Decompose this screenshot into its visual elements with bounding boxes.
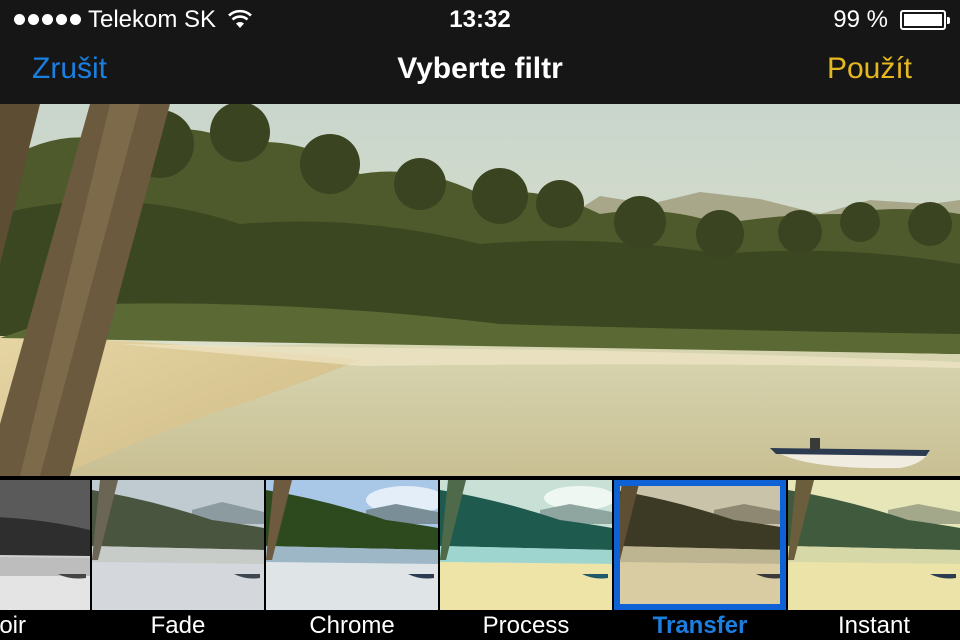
filter-thumbnail-noir	[0, 480, 90, 610]
filter-thumbnail-transfer	[614, 480, 786, 610]
filter-instant[interactable]: Instant	[788, 476, 960, 640]
battery-percentage: 99 %	[833, 6, 888, 33]
filter-thumbnail-process	[440, 480, 612, 610]
status-bar: Telekom SK 13:32 99 %	[0, 0, 960, 40]
filter-label: Noir	[0, 612, 26, 639]
cancel-button[interactable]: Zrušit	[32, 52, 107, 86]
filter-label: Fade	[150, 612, 206, 639]
page-title: Vyberte filtr	[397, 52, 563, 85]
filter-thumbnail-fade	[92, 480, 264, 610]
filter-chrome[interactable]: Chrome	[266, 476, 438, 640]
photo-preview	[0, 104, 960, 476]
filter-thumbnail-instant	[788, 480, 960, 610]
filter-thumbnail-chrome	[266, 480, 438, 610]
filter-noir[interactable]: Noir	[0, 476, 90, 640]
filter-process[interactable]: Process	[440, 476, 612, 640]
filter-label: Instant	[837, 612, 911, 639]
apply-button[interactable]: Použít	[827, 52, 912, 86]
filter-transfer[interactable]: Transfer	[614, 476, 786, 640]
filter-fade[interactable]: Fade	[92, 476, 264, 640]
battery-icon	[900, 10, 950, 30]
status-time: 13:32	[449, 6, 511, 33]
filter-strip[interactable]: Noir Fade	[0, 476, 960, 640]
navigation-bar: Zrušit Vyberte filtr Použít	[0, 40, 960, 104]
filter-label: Chrome	[309, 612, 395, 639]
filter-label: Process	[482, 612, 570, 639]
filter-label: Transfer	[652, 612, 748, 639]
